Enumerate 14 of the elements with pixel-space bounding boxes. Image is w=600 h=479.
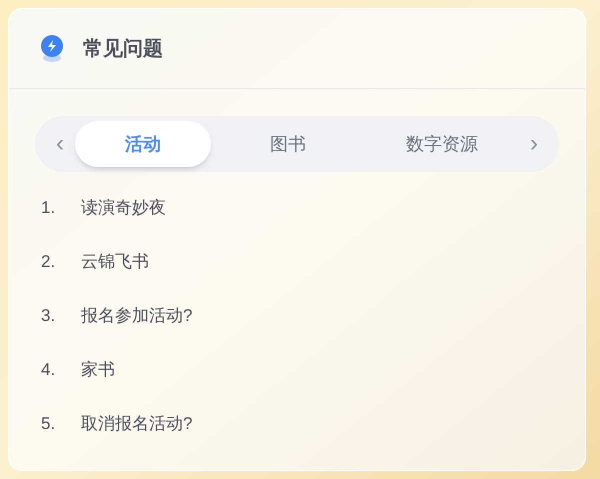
tab[interactable]: 图书 — [211, 121, 365, 167]
question-link[interactable]: 家书 — [81, 357, 115, 383]
tab[interactable]: 数字资源 — [365, 121, 519, 167]
question-link[interactable]: 报名参加活动? — [81, 303, 192, 329]
list-number: 1. — [41, 197, 56, 220]
list-number: 2. — [41, 251, 56, 274]
panel-title: 常见问题 — [83, 36, 163, 62]
list-number: 3. — [41, 305, 56, 328]
list-number: 5. — [41, 413, 56, 436]
list-number: 4. — [41, 359, 56, 382]
question-link[interactable]: 读演奇妙夜 — [81, 195, 166, 221]
lightning-icon — [39, 34, 65, 64]
question-link[interactable]: 云锦飞书 — [81, 249, 149, 275]
question-link[interactable]: 取消报名活动? — [81, 411, 192, 437]
